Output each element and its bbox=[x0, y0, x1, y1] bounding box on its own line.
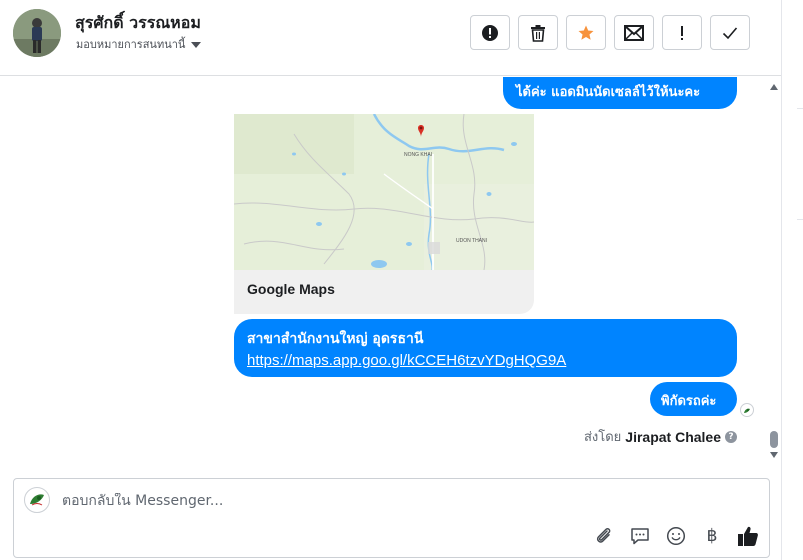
help-icon[interactable]: ? bbox=[725, 430, 737, 443]
map-card-title[interactable]: Google Maps bbox=[247, 281, 335, 297]
mark-unread-button[interactable] bbox=[614, 15, 654, 50]
quick-reply-icon bbox=[631, 528, 649, 545]
sent-by-label: ส่งโดย Jirapat Chalee ? bbox=[584, 426, 737, 447]
assign-conversation-dropdown[interactable]: มอบหมายการสนทนานี้ bbox=[76, 35, 202, 53]
contact-name[interactable]: สุรศักดิ์ วรรณหอม bbox=[75, 11, 201, 36]
payment-baht-icon[interactable]: ฿ bbox=[701, 525, 723, 547]
seen-indicator-avatar bbox=[740, 403, 754, 417]
envelope-icon bbox=[624, 24, 644, 41]
caret-down-icon bbox=[191, 41, 202, 48]
paperclip-icon bbox=[596, 528, 611, 543]
mark-spam-button[interactable] bbox=[470, 15, 510, 50]
mark-done-button[interactable] bbox=[710, 15, 750, 50]
message-bubble: พิกัดรถค่ะ bbox=[650, 382, 737, 416]
maps-link[interactable]: https://maps.app.goo.gl/kCCEH6tzvYDgHQG9… bbox=[247, 352, 566, 369]
divider bbox=[797, 108, 803, 109]
map-label-city: NONG KHAI bbox=[404, 152, 432, 158]
composer-tools: ฿ bbox=[593, 525, 759, 547]
follow-up-button[interactable] bbox=[662, 15, 702, 50]
reply-composer: ฿ bbox=[13, 478, 770, 558]
like-button[interactable] bbox=[737, 525, 759, 547]
star-icon bbox=[578, 25, 594, 40]
star-button[interactable] bbox=[566, 15, 606, 50]
alert-circle-icon bbox=[482, 24, 498, 41]
sent-by-prefix: ส่งโดย bbox=[583, 430, 622, 445]
emoji-icon bbox=[666, 526, 686, 546]
message-thread[interactable]: ได้ค่ะ แอดมินนัดเซลล์ไว้ให้นะคะ NONG KHA… bbox=[0, 77, 781, 465]
assign-label: มอบหมายการสนทนานี้ bbox=[76, 38, 186, 51]
contact-avatar[interactable] bbox=[13, 9, 61, 57]
sender-name: Jirapat Chalee bbox=[625, 428, 721, 445]
message-bubble: สาขาสำนักงานใหญ่ อุดรธานี https://maps.a… bbox=[234, 319, 737, 377]
message-bubble: ได้ค่ะ แอดมินนัดเซลล์ไว้ให้นะคะ bbox=[503, 77, 737, 109]
emoji-button[interactable] bbox=[665, 525, 687, 547]
trash-icon bbox=[531, 24, 545, 42]
exclamation-icon bbox=[681, 25, 683, 40]
checkmark-icon bbox=[722, 26, 738, 39]
page-avatar bbox=[24, 487, 50, 513]
right-panel-edge bbox=[781, 0, 803, 560]
map-thumbnail[interactable]: NONG KHAI UDON THANI bbox=[234, 114, 534, 270]
quick-replies-button[interactable] bbox=[629, 525, 651, 547]
delete-button[interactable] bbox=[518, 15, 558, 50]
map-label-city: UDON THANI bbox=[456, 238, 487, 244]
divider bbox=[797, 219, 803, 220]
scrollbar-thumb[interactable] bbox=[770, 431, 778, 448]
conversation-actions bbox=[470, 15, 750, 50]
messenger-inbox-view: สุรศักดิ์ วรรณหอม มอบหมายการสนทนานี้ ได้… bbox=[0, 0, 803, 560]
scroll-down-arrow[interactable] bbox=[770, 452, 778, 458]
message-text: สาขาสำนักงานใหญ่ อุดรธานี bbox=[247, 331, 424, 347]
attach-button[interactable] bbox=[593, 525, 615, 547]
scroll-up-arrow[interactable] bbox=[770, 84, 778, 90]
thumbs-up-icon bbox=[738, 526, 758, 546]
conversation-header: สุรศักดิ์ วรรณหอม มอบหมายการสนทนานี้ bbox=[0, 0, 781, 76]
reply-input[interactable] bbox=[62, 493, 662, 509]
map-attachment-card[interactable]: NONG KHAI UDON THANI Google Maps bbox=[234, 114, 534, 314]
